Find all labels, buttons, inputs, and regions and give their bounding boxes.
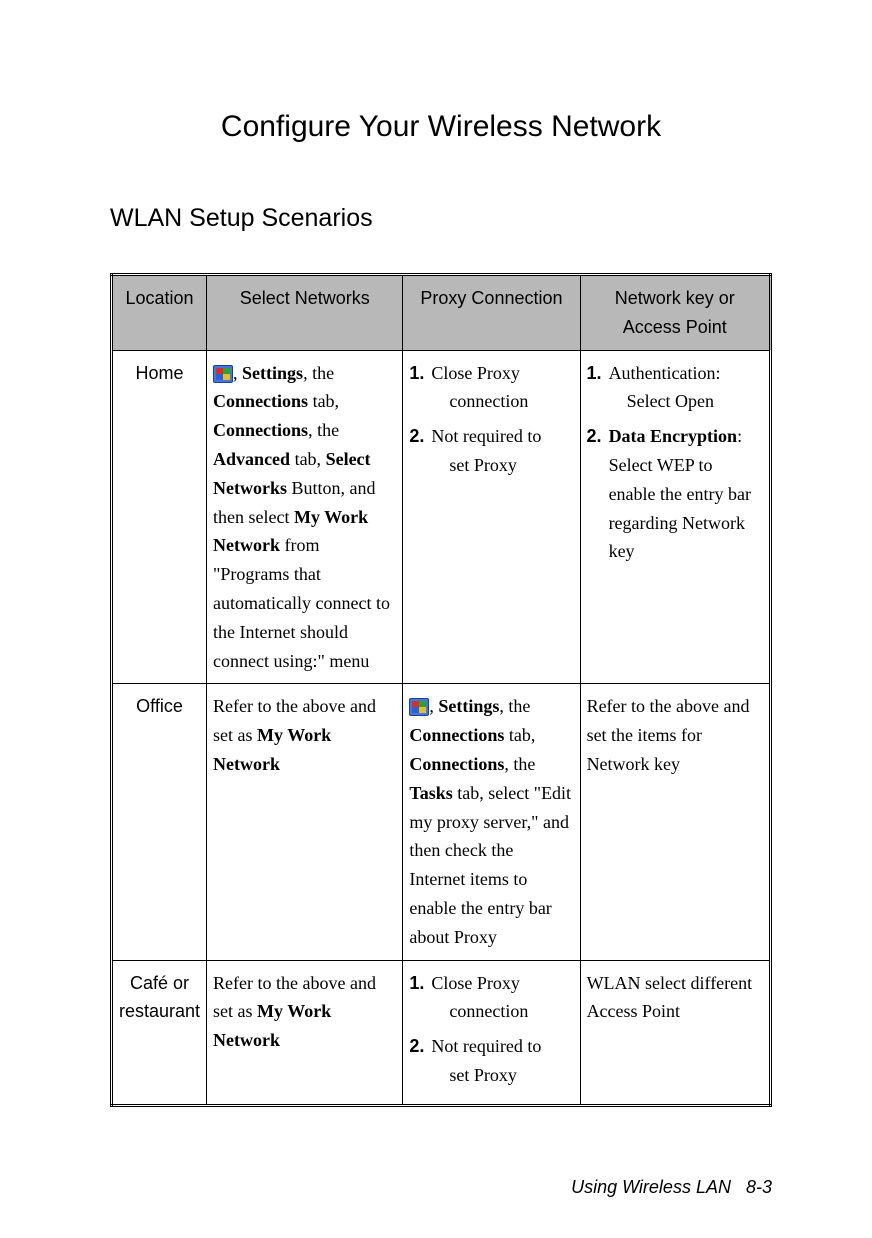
list-item: Authentication: Select Open [607,359,763,417]
text: : Select WEP to enable the entry bar reg… [609,426,751,561]
text: Select Open [609,387,763,416]
text: connection [431,387,573,416]
windows-start-icon [213,365,233,383]
text: Close Proxy [431,973,520,993]
footer-page-number: 8-3 [746,1177,772,1197]
windows-start-icon [409,698,429,716]
text: Not required to [431,426,541,446]
section-heading: WLAN Setup Scenarios [110,204,772,233]
cell-select-home: , Settings, the Connections tab, Connect… [207,350,403,684]
header-select-networks: Select Networks [207,275,403,351]
text-bold: Settings [438,696,499,716]
text: tab, [290,449,326,469]
text: , the [308,420,339,440]
text: set Proxy [431,1061,573,1090]
cell-location-office: Office [112,684,207,960]
header-location: Location [112,275,207,351]
list-item: Not required to set Proxy [429,422,573,480]
cell-proxy-office: , Settings, the Connections tab, Connect… [403,684,580,960]
text: connection [431,997,573,1026]
footer-text: Using Wireless LAN [571,1177,731,1197]
header-proxy: Proxy Connection [403,275,580,351]
text-bold: Connections [213,420,308,440]
text: tab, [504,725,535,745]
text: , [233,363,242,383]
text: set Proxy [431,451,573,480]
page-title: Configure Your Wireless Network [110,110,772,144]
cell-key-office: Refer to the above and set the items for… [580,684,770,960]
text-bold: Connections [213,391,308,411]
text: from "Programs that automatically connec… [213,535,390,670]
document-page: Configure Your Wireless Network WLAN Set… [0,0,872,1238]
list-item: Data Encryption: Select WEP to enable th… [607,422,763,566]
cell-select-office: Refer to the above and set as My Work Ne… [207,684,403,960]
table-row: Home , Settings, the Connections tab, Co… [112,350,771,684]
cell-proxy-home: Close Proxy connection Not required to s… [403,350,580,684]
list-item: Close Proxy connection [429,969,573,1027]
text: tab, [308,391,339,411]
text-bold: Settings [242,363,303,383]
table-row: Office Refer to the above and set as My … [112,684,771,960]
list-item: Not required to set Proxy [429,1032,573,1090]
table-row: Café or restaurant Refer to the above an… [112,960,771,1105]
text: , the [303,363,334,383]
text-bold: Advanced [213,449,290,469]
text-bold: Data Encryption [609,426,738,446]
header-key: Network key or Access Point [580,275,770,351]
text: Close Proxy [431,363,520,383]
cell-proxy-cafe: Close Proxy connection Not required to s… [403,960,580,1105]
table-header-row: Location Select Networks Proxy Connectio… [112,275,771,351]
text: , the [504,754,535,774]
text: , the [499,696,530,716]
cell-location-cafe: Café or restaurant [112,960,207,1105]
cell-location-home: Home [112,350,207,684]
text-bold: Connections [409,725,504,745]
text-bold: Connections [409,754,504,774]
cell-select-cafe: Refer to the above and set as My Work Ne… [207,960,403,1105]
text-bold: Tasks [409,783,452,803]
list-item: Close Proxy connection [429,359,573,417]
cell-key-home: Authentication: Select Open Data Encrypt… [580,350,770,684]
wlan-scenarios-table: Location Select Networks Proxy Connectio… [110,273,772,1107]
cell-key-cafe: WLAN select different Access Point [580,960,770,1105]
text: tab, select "Edit my proxy server," and … [409,783,571,947]
text: Not required to [431,1036,541,1056]
page-footer: Using Wireless LAN 8-3 [571,1177,772,1198]
text: Authentication: [609,363,721,383]
